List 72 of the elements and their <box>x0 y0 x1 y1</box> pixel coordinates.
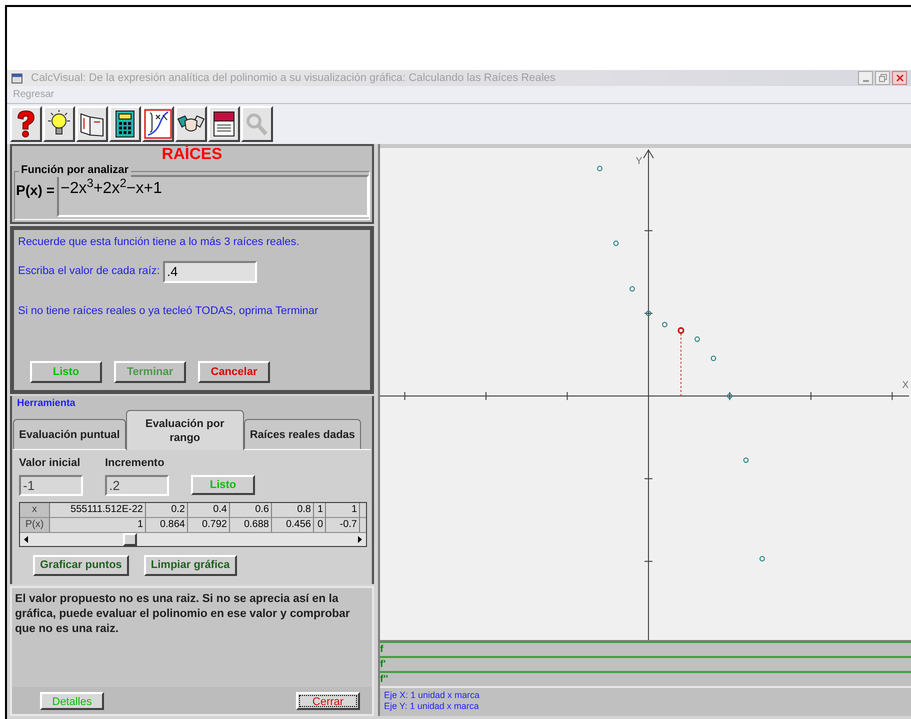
value-input[interactable]: -1 <box>19 474 83 496</box>
x-axis-label: X <box>902 380 909 391</box>
tool-button[interactable]: Graficar puntos <box>33 554 129 576</box>
field-label: Valor inicial <box>19 456 82 471</box>
plot-point <box>662 322 668 328</box>
derivative-label: f' <box>380 658 386 670</box>
group-legend: Función por analizar <box>19 163 131 177</box>
plot-point <box>597 166 602 172</box>
function-label: P(x) = <box>16 181 55 200</box>
derivative-label: f <box>380 644 384 656</box>
plot-point <box>760 556 765 562</box>
expression-field: −2x$^{3}$+2x$^{2}$−x+1 <box>56 175 369 217</box>
table-cell: -0.7 <box>326 518 360 532</box>
restore-icon <box>878 74 886 82</box>
tab[interactable]: Evaluación puntual <box>13 419 126 449</box>
tab[interactable]: Evaluación por rango <box>126 410 244 450</box>
close-icon <box>896 74 904 82</box>
window-title: CalcVisual: De la expresión analítica del polinomio a su visualización gráfica: Calculando las Raíces Reales <box>31 70 556 86</box>
roots-note: Recuerde que esta función tiene a lo más 3 raíces reales. <box>18 235 300 250</box>
group-legend: Herramienta <box>17 396 76 411</box>
table-cell: 0.2 <box>146 502 188 516</box>
instruction-text: Si no tiene raíces reales o ya tecleó TODAS, oprima Terminar <box>18 304 320 318</box>
dialog-button[interactable]: Cerrar <box>296 692 360 710</box>
scroll-thumb[interactable] <box>123 532 137 546</box>
table-cell: 555111.512E-22 <box>50 502 146 516</box>
graph-icon <box>144 109 172 139</box>
table-cell: 0.688 <box>230 518 272 532</box>
value-input[interactable]: .2 <box>105 474 169 496</box>
toolbar-button[interactable] <box>208 106 240 142</box>
table-cell: 1 <box>326 502 360 516</box>
table-cell: 1 <box>314 502 326 516</box>
toolbar-button[interactable] <box>142 106 174 142</box>
axis-scale-text: Eje X: 1 unidad x marca <box>384 690 481 701</box>
plot-point <box>613 240 619 246</box>
table-cell: 0.4 <box>188 502 230 516</box>
table-cell: 0.792 <box>188 518 230 532</box>
table-cell: 0 <box>314 518 326 532</box>
plot-point <box>743 457 749 463</box>
row-header: P(x) <box>20 518 50 532</box>
axis-scale-text: Eje Y: 1 unidad x marca <box>384 701 480 712</box>
toolbar-button[interactable] <box>109 106 141 142</box>
tool-button[interactable]: Limpiar gráfica <box>144 554 237 576</box>
close-button[interactable] <box>892 71 907 85</box>
toolbar-button[interactable] <box>76 106 108 142</box>
panel-title: RAÍCES <box>160 146 224 164</box>
plot-point <box>694 336 700 342</box>
table-cell: 0.864 <box>146 518 188 532</box>
horizontal-scrollbar[interactable] <box>20 532 366 546</box>
table-cell: 1 <box>50 518 146 532</box>
plot-point <box>710 356 716 362</box>
action-button[interactable]: Cancelar <box>198 361 270 383</box>
table-cell: 0.6 <box>230 502 272 516</box>
table-cell: 0.8 <box>272 502 314 516</box>
root-input[interactable]: .4 <box>162 260 257 282</box>
root-prompt: Escriba el valor de cada raíz: <box>18 264 160 280</box>
toolbar-button[interactable] <box>43 106 75 142</box>
root-marker <box>678 327 684 397</box>
result-message: El valor propuesto no es una raiz. Si no se aprecia así en la gráfica, puede evaluar el polinomio en ese valor y comprobar que no es una raiz. <box>14 592 351 637</box>
minimize-icon <box>862 80 868 82</box>
field-label: Incremento <box>105 456 166 471</box>
tab[interactable]: Raíces reales dadas <box>244 419 362 449</box>
toolbar-button[interactable] <box>175 106 207 142</box>
table-cell: 0.456 <box>272 518 314 532</box>
derivative-label: f'' <box>380 674 388 686</box>
plot-point <box>646 310 652 316</box>
plot-point <box>727 393 732 399</box>
y-axis-label: Y <box>636 156 642 168</box>
app-icon <box>11 72 23 84</box>
plot-point <box>678 328 684 334</box>
row-header: x <box>20 502 50 516</box>
plot-point <box>630 286 635 292</box>
toolbar-button[interactable] <box>10 106 42 142</box>
